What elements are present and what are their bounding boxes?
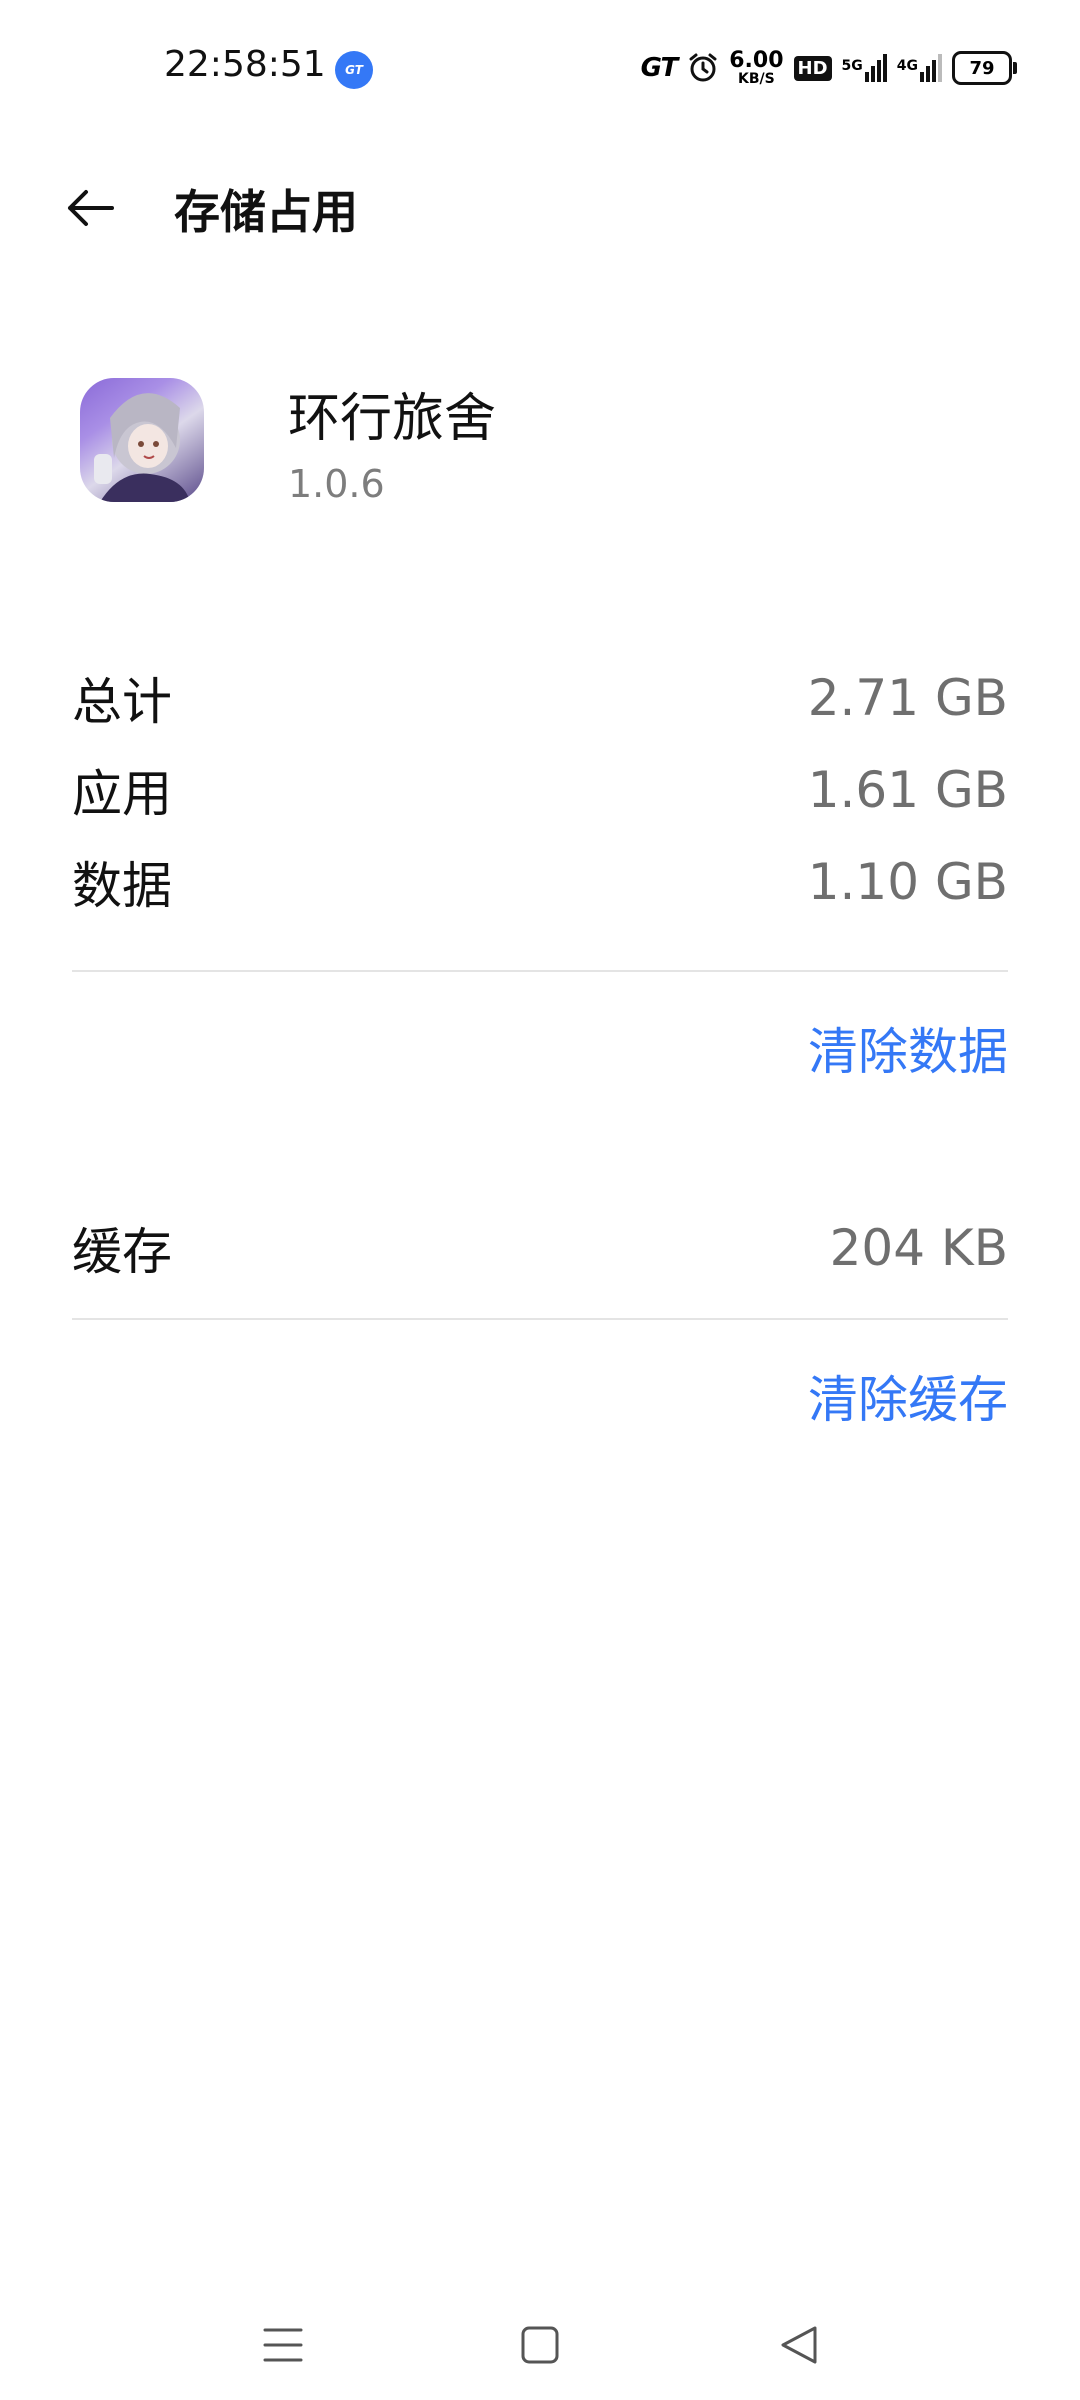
clear-data-button[interactable]: 清除数据 — [808, 1012, 1008, 1084]
divider — [72, 1318, 1008, 1320]
clear-cache-button[interactable]: 清除缓存 — [808, 1360, 1008, 1432]
storage-row-value: 1.61 GB — [807, 761, 1008, 819]
storage-row-cache: 缓存 204 KB — [72, 1208, 1008, 1288]
gt-badge-icon: GT — [335, 51, 373, 89]
storage-row-label: 数据 — [72, 857, 172, 915]
cache-label: 缓存 — [72, 1223, 172, 1281]
app-name: 环行旅舍 — [288, 389, 497, 449]
gt-mode-icon: GT — [640, 53, 679, 83]
storage-row-label: 应用 — [72, 765, 172, 823]
status-bar: 22:58:51 GT GT 6.00 KB/S HD 5G 4G 79 — [0, 0, 1080, 135]
nav-home-button[interactable] — [500, 2310, 580, 2380]
storage-row-total: 总计 2.71 GB — [72, 658, 1008, 738]
signal-4g-label: 4G — [896, 58, 918, 74]
page-title: 存储占用 — [174, 185, 358, 239]
alarm-icon — [689, 53, 717, 82]
divider — [72, 970, 1008, 972]
signal-4g-icon: 4G — [897, 54, 942, 82]
app-icon — [80, 378, 204, 502]
storage-row-value: 1.10 GB — [807, 853, 1008, 911]
back-triangle-icon — [781, 2326, 817, 2364]
hd-voice-icon: HD — [793, 55, 832, 81]
cache-value: 204 KB — [829, 1219, 1008, 1277]
storage-row-app: 应用 1.61 GB — [72, 750, 1008, 830]
header: 存储占用 — [0, 150, 1080, 265]
storage-row-label: 总计 — [72, 673, 172, 731]
signal-5g-icon: 5G — [842, 54, 887, 82]
network-speed: 6.00 KB/S — [729, 48, 784, 87]
battery-icon: 79 — [952, 51, 1017, 85]
navigation-bar — [0, 2290, 1080, 2400]
back-arrow-icon — [68, 190, 114, 226]
storage-row-data: 数据 1.10 GB — [72, 842, 1008, 922]
menu-icon — [263, 2328, 303, 2362]
nav-back-button[interactable] — [760, 2310, 840, 2380]
storage-row-value: 2.71 GB — [807, 669, 1008, 727]
signal-5g-label: 5G — [841, 58, 863, 74]
network-speed-value: 6.00 — [729, 48, 784, 73]
status-icons: GT 6.00 KB/S HD 5G 4G 79 — [640, 40, 1017, 96]
app-version: 1.0.6 — [288, 462, 385, 506]
back-button[interactable] — [60, 180, 130, 236]
nav-menu-button[interactable] — [243, 2310, 323, 2380]
status-time: 22:58:51 — [164, 44, 326, 85]
home-icon — [521, 2326, 559, 2364]
network-speed-unit: KB/S — [738, 71, 775, 87]
